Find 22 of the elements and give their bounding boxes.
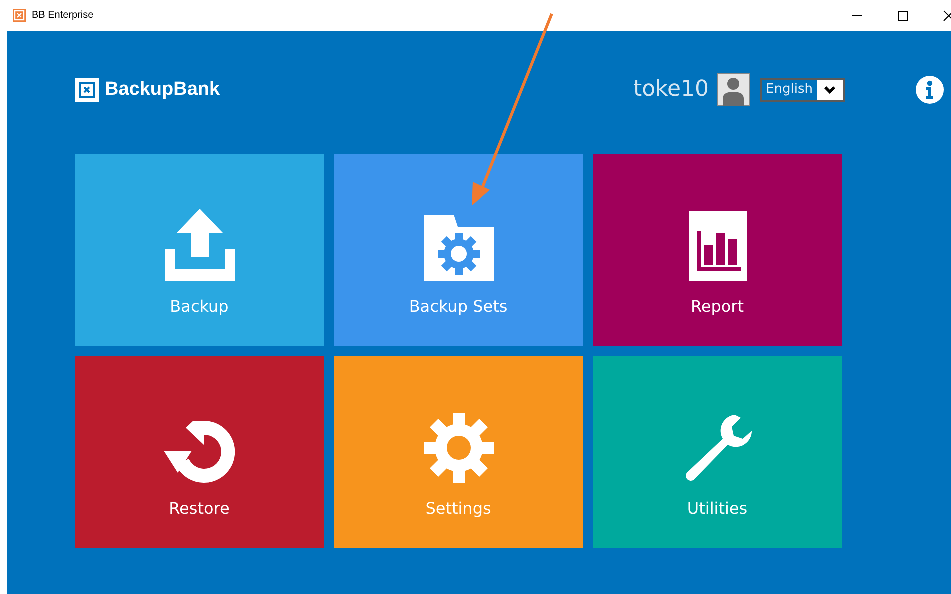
app-icon (13, 9, 26, 22)
tile-button[interactable]: Backup Sets (334, 154, 583, 346)
tile-button[interactable]: Utilities (593, 356, 842, 548)
avatar-icon[interactable] (717, 73, 750, 106)
window-title: BB Enterprise (32, 10, 94, 21)
maximize-icon[interactable] (897, 10, 909, 22)
bar-chart-icon (688, 211, 746, 281)
close-icon[interactable] (943, 10, 951, 22)
logo-text: BackupBank (105, 78, 220, 100)
tile-button[interactable]: Restore (75, 356, 324, 548)
tile-button[interactable]: Backup (75, 154, 324, 346)
username: toke10 (633, 77, 710, 102)
info-icon[interactable] (916, 76, 944, 104)
upload-icon (164, 209, 234, 281)
tile-button[interactable]: Settings (334, 356, 583, 548)
logo-icon (75, 78, 99, 102)
gear-icon (424, 413, 494, 483)
chevron-icon (824, 86, 836, 94)
tile-button[interactable]: Report (593, 154, 842, 346)
folder-gear-icon (424, 215, 494, 281)
restore-icon (164, 421, 236, 483)
language-dropdown[interactable]: English (760, 78, 845, 102)
